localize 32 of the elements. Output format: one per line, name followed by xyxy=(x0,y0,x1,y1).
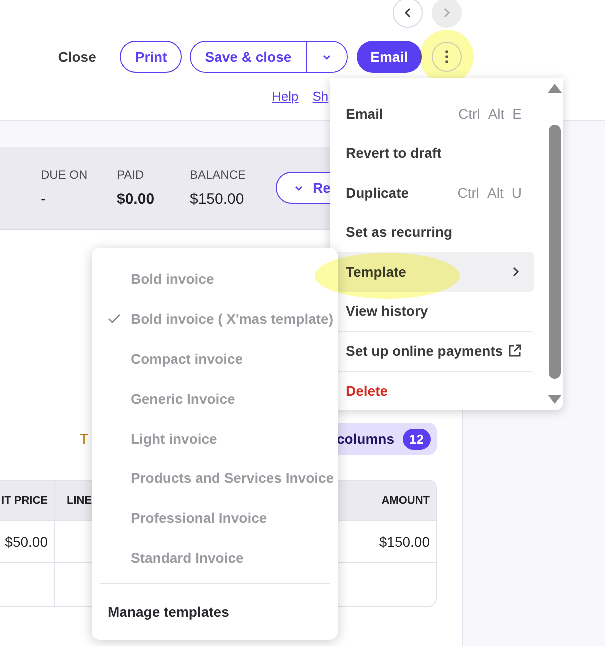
table-cell: $50.00 xyxy=(5,534,48,550)
header-link[interactable]: Help xyxy=(272,89,299,104)
more-button[interactable] xyxy=(432,42,462,72)
external-link-icon xyxy=(508,344,522,358)
scroll-down-icon xyxy=(548,395,562,404)
header-link[interactable]: Sh xyxy=(312,89,329,104)
stat-value: - xyxy=(41,191,47,208)
stat-label: DUE ON xyxy=(41,168,89,182)
close-button[interactable]: Close xyxy=(58,49,96,65)
shortcut-text: Ctrl Alt U xyxy=(458,184,522,201)
table-cell: $150.00 xyxy=(379,534,430,550)
menu-item[interactable]: Revert to draft xyxy=(334,134,534,173)
scroll-up-icon xyxy=(548,84,562,93)
column-header: AMOUNT xyxy=(382,494,430,506)
stat-value: $0.00 xyxy=(117,191,156,208)
previous-button[interactable] xyxy=(393,0,423,28)
toolbar-text: T xyxy=(80,431,89,447)
check-icon xyxy=(108,314,121,324)
column-header: LINE xyxy=(67,494,92,506)
save-close-button[interactable]: Save & close xyxy=(191,42,307,72)
more-icon xyxy=(445,50,449,64)
stat-label: BALANCE xyxy=(190,168,248,182)
print-button[interactable]: Print xyxy=(120,41,182,73)
stat-value: $150.00 xyxy=(190,191,246,208)
shortcut-text: Ctrl Alt E xyxy=(458,106,522,122)
email-button[interactable]: Email xyxy=(356,41,422,73)
stat-label: PAID xyxy=(117,168,146,182)
menu-item[interactable]: Set as recurring xyxy=(334,212,534,252)
column-header: IT PRICE xyxy=(2,494,48,506)
menu-item[interactable]: Email Ctrl Alt E xyxy=(334,94,534,134)
count-badge: 12 xyxy=(402,428,431,450)
manage-templates-item[interactable]: Manage templates xyxy=(92,584,338,640)
